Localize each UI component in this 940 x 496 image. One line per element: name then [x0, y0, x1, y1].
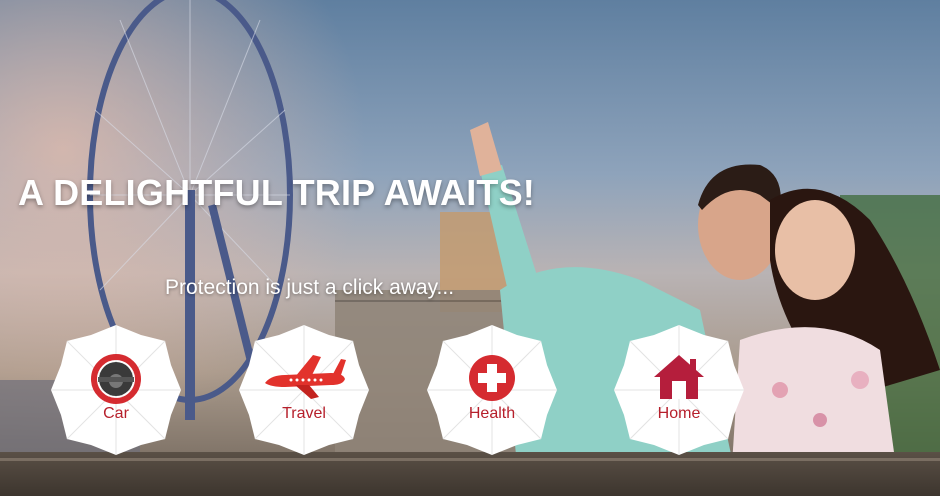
steering-wheel-icon: [49, 353, 183, 405]
health-insurance-button[interactable]: Health: [425, 323, 559, 457]
home-label: Home: [657, 405, 701, 422]
car-insurance-button[interactable]: Car: [49, 323, 183, 457]
travel-label: Travel: [282, 405, 326, 422]
travel-insurance-button[interactable]: Travel: [237, 323, 371, 457]
hero-banner: A DELIGHTFUL TRIP AWAITS! Protection is …: [0, 0, 940, 496]
health-label: Health: [468, 405, 516, 422]
hero-subline: Protection is just a click away...: [165, 276, 455, 299]
house-icon: [612, 353, 746, 401]
home-insurance-button[interactable]: Home: [612, 323, 746, 457]
airplane-icon: [237, 353, 371, 401]
hero-headline: A DELIGHTFUL TRIP AWAITS!: [18, 172, 535, 213]
car-label: Car: [103, 405, 129, 422]
health-cross-icon: [425, 353, 559, 403]
bridge-railing: [0, 452, 940, 496]
